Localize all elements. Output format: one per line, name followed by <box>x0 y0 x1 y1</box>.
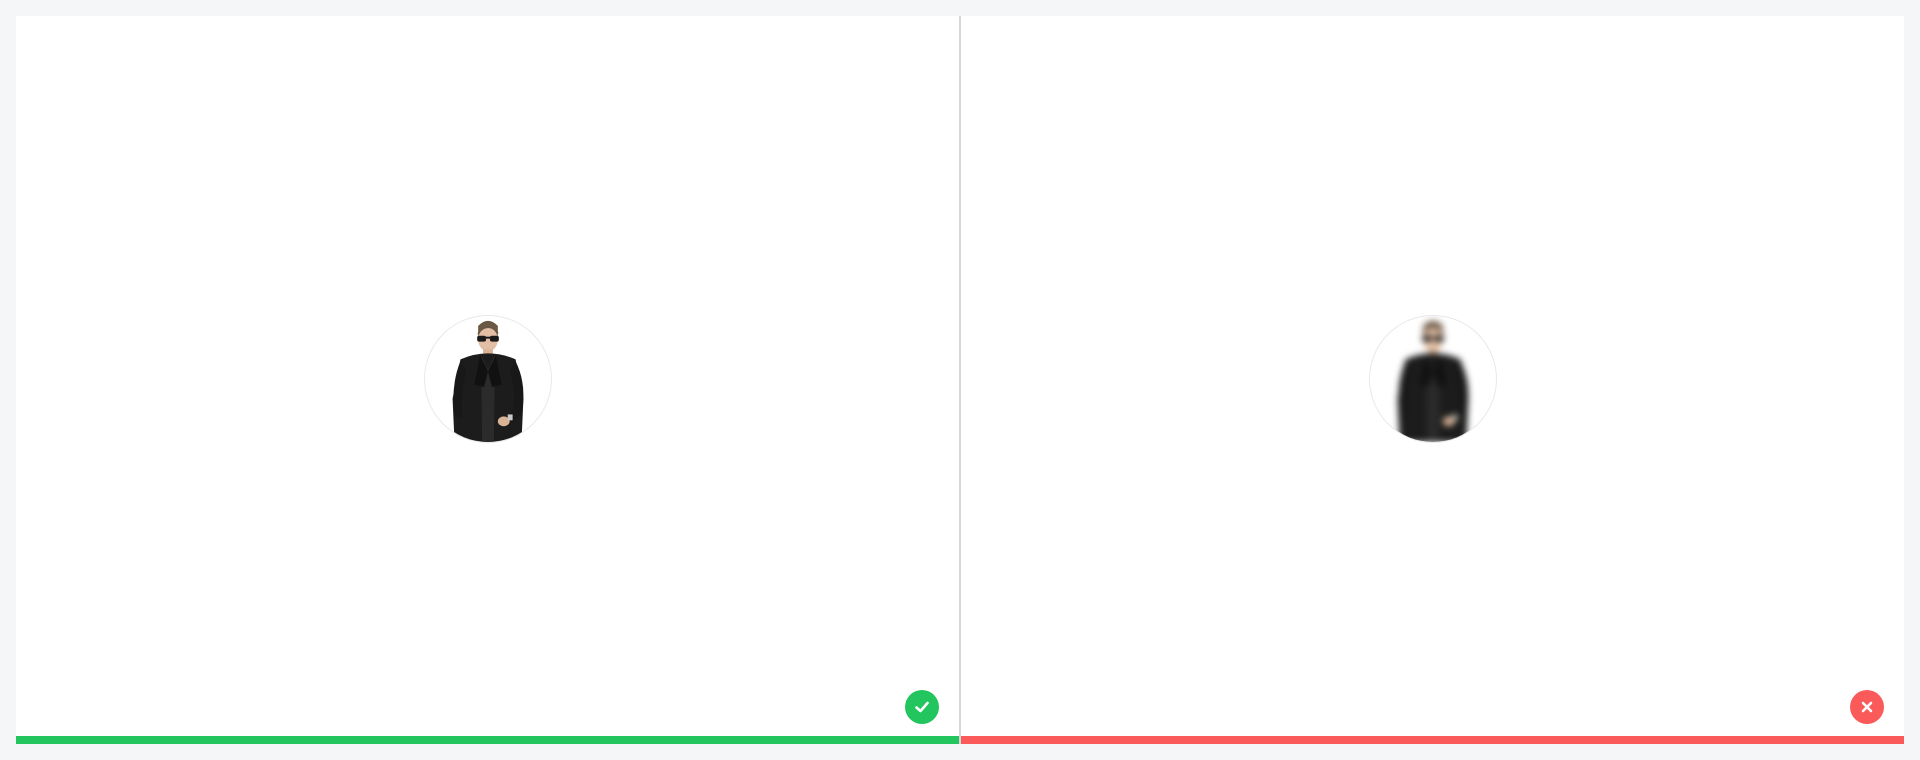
x-badge <box>1850 690 1884 724</box>
comparison-frame <box>16 16 1904 744</box>
person-illustration-blurred <box>1397 320 1468 442</box>
good-example-panel <box>16 16 959 744</box>
bad-status-bar <box>961 736 1904 744</box>
x-icon <box>1861 701 1873 713</box>
person-illustration <box>452 320 523 442</box>
good-status-bar <box>16 736 959 744</box>
avatar-sharp <box>423 315 552 443</box>
bad-example-panel <box>961 16 1904 744</box>
check-icon <box>915 701 929 713</box>
avatar-blurred <box>1368 315 1497 443</box>
check-badge <box>905 690 939 724</box>
